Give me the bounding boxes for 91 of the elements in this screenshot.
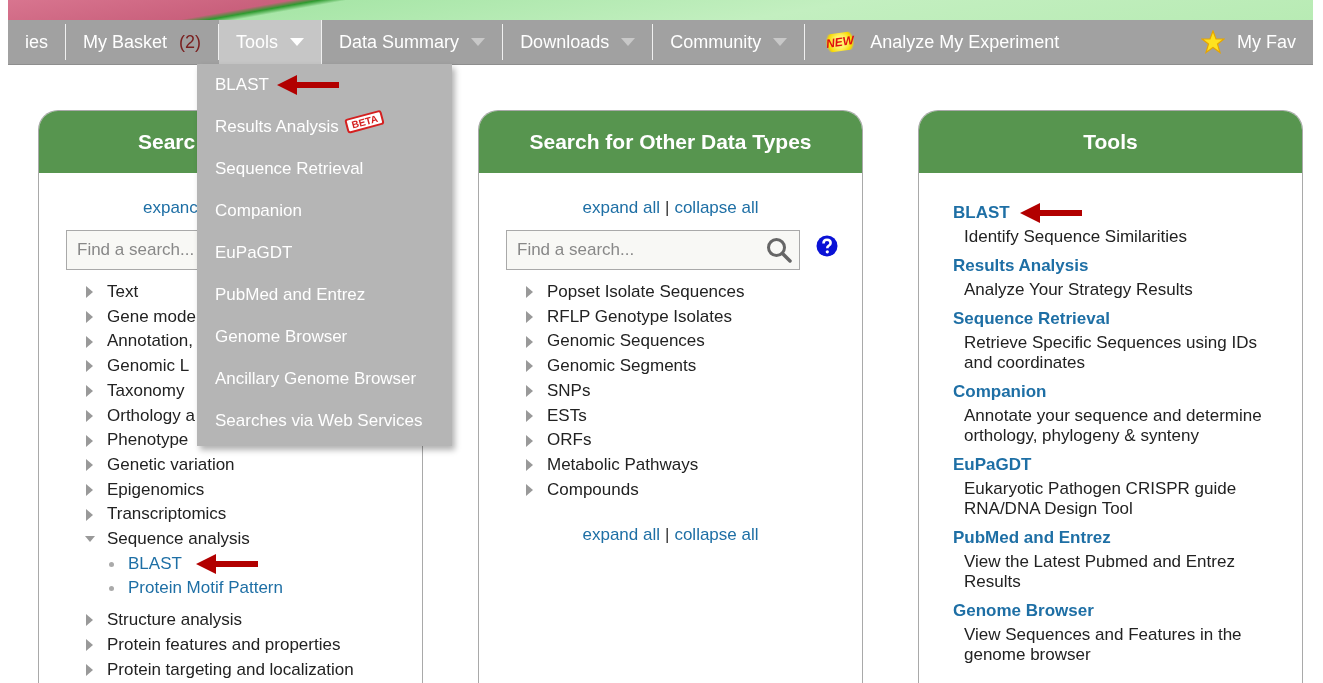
collapse-all-link[interactable]: collapse all bbox=[674, 197, 759, 219]
category-label[interactable]: Genomic Sequences bbox=[547, 329, 705, 355]
expand-triangle-icon[interactable] bbox=[85, 360, 95, 373]
caret-icon bbox=[621, 38, 636, 46]
nav-label: Community bbox=[670, 31, 762, 53]
search-icon[interactable] bbox=[766, 237, 792, 263]
tool-description: Eukaryotic Pathogen CRISPR guide RNA/DNA Design Tool bbox=[963, 479, 1238, 519]
category-label[interactable]: Structure analysis bbox=[107, 608, 243, 633]
nav-label: Tools bbox=[236, 31, 279, 53]
expand-triangle-icon[interactable] bbox=[85, 639, 95, 652]
expand-triangle-icon[interactable] bbox=[85, 663, 95, 676]
collapse-all-link[interactable]: collapse all bbox=[674, 524, 759, 547]
panel-title: Search for Other Data Types bbox=[479, 111, 862, 173]
tool-link[interactable]: Companion bbox=[953, 382, 1047, 402]
tool-description: View the Latest Pubmed and Entrez Results bbox=[963, 552, 1236, 592]
category-label[interactable]: Epigenomics bbox=[107, 477, 205, 503]
help-icon[interactable] bbox=[816, 235, 838, 257]
search-link[interactable]: BLAST bbox=[128, 551, 182, 577]
category-label[interactable]: RFLP Genotype Isolates bbox=[547, 304, 732, 330]
tool-description: Annotate your sequence and determine orthology, phylogeny & synteny bbox=[963, 406, 1263, 446]
caret-icon bbox=[471, 38, 486, 46]
panel-title: Tools bbox=[919, 111, 1302, 173]
category-label[interactable]: Phenotype bbox=[107, 428, 189, 453]
search-link[interactable]: Protein Motif Pattern bbox=[128, 576, 283, 602]
expand-triangle-icon[interactable] bbox=[525, 335, 535, 348]
tool-link[interactable]: Sequence Retrieval bbox=[953, 309, 1110, 329]
category-label[interactable]: Gene mode bbox=[107, 304, 196, 330]
category-label[interactable]: ESTs bbox=[547, 403, 587, 429]
expand-all-link[interactable]: expand all bbox=[582, 524, 660, 547]
category-label[interactable]: Taxonomy bbox=[107, 378, 185, 404]
expand-triangle-icon[interactable] bbox=[85, 409, 95, 422]
category-label[interactable]: SNPs bbox=[547, 378, 591, 404]
category-label[interactable]: Orthology a bbox=[107, 403, 195, 429]
nav-label: Analyze My Experiment bbox=[870, 31, 1060, 53]
category-label[interactable]: Compounds bbox=[547, 477, 639, 503]
expand-triangle-icon[interactable] bbox=[85, 311, 95, 324]
nav-label: My Fav bbox=[1237, 31, 1296, 53]
bullet-icon bbox=[109, 586, 114, 592]
category-label[interactable]: Genetic variation bbox=[107, 452, 235, 478]
expand-triangle-icon[interactable] bbox=[85, 508, 95, 521]
link-separator: | bbox=[665, 524, 670, 547]
category-label[interactable]: Metabolic Pathways bbox=[547, 452, 699, 478]
expand-triangle-icon[interactable] bbox=[85, 483, 95, 496]
expand-triangle-icon[interactable] bbox=[525, 286, 535, 299]
category-label[interactable]: Protein features and properties bbox=[107, 632, 341, 658]
category-label[interactable]: Protein targeting and localization bbox=[107, 657, 354, 683]
category-label[interactable]: Text bbox=[107, 280, 139, 305]
expand-triangle-icon[interactable] bbox=[525, 434, 535, 447]
caret-icon bbox=[773, 38, 788, 46]
tool-link[interactable]: Results Analysis bbox=[953, 256, 1089, 276]
category-label[interactable]: Sequence analysis bbox=[107, 527, 250, 552]
category-label[interactable]: ORFs bbox=[547, 428, 592, 453]
expand-triangle-icon[interactable] bbox=[525, 360, 535, 373]
expand-triangle-icon[interactable] bbox=[85, 385, 95, 398]
bullet-icon bbox=[109, 561, 114, 567]
tool-description: Identify Sequence Similarities bbox=[963, 227, 1188, 247]
tool-description: View Sequences and Features in the genome browser bbox=[963, 625, 1243, 665]
expand-link[interactable]: expanc bbox=[143, 197, 198, 219]
expand-triangle-icon[interactable] bbox=[85, 335, 95, 348]
expand-triangle-icon[interactable] bbox=[525, 459, 535, 472]
expand-triangle-icon[interactable] bbox=[85, 459, 95, 472]
nav-label: Data Summary bbox=[339, 31, 460, 53]
category-label[interactable]: Annotation, bbox=[107, 329, 193, 355]
expand-triangle-icon[interactable] bbox=[85, 434, 95, 447]
expand-triangle-icon[interactable] bbox=[525, 483, 535, 496]
expand-triangle-icon[interactable] bbox=[525, 385, 535, 398]
nav-label: My Basket bbox=[83, 31, 168, 53]
tool-link[interactable]: EuPaGDT bbox=[953, 455, 1032, 475]
search-field[interactable]: Find a search... bbox=[506, 230, 800, 270]
nav-label: Downloads bbox=[520, 31, 610, 53]
star-icon bbox=[1201, 30, 1225, 54]
expand-triangle-icon[interactable] bbox=[85, 286, 95, 299]
category-label[interactable]: Genomic Segments bbox=[547, 354, 697, 379]
caret-icon bbox=[290, 38, 305, 46]
expand-triangle-icon[interactable] bbox=[525, 409, 535, 422]
expand-triangle-icon[interactable] bbox=[85, 614, 95, 627]
link-separator: | bbox=[665, 197, 670, 219]
beta-badge: BETA bbox=[343, 109, 385, 134]
category-label[interactable]: Popset Isolate Sequences bbox=[547, 280, 745, 305]
basket-count: (2) bbox=[179, 31, 202, 53]
tool-description: Retrieve Specific Sequences using IDs and coordinates bbox=[963, 333, 1258, 373]
nav-label: ies bbox=[25, 31, 48, 53]
tool-link[interactable]: PubMed and Entrez bbox=[953, 528, 1111, 548]
expand-all-link[interactable]: expand all bbox=[582, 197, 660, 219]
tool-link[interactable]: BLAST bbox=[953, 203, 1010, 223]
tool-description: Analyze Your Strategy Results bbox=[963, 280, 1194, 300]
category-label[interactable]: Genomic L bbox=[107, 354, 190, 379]
expand-triangle-icon[interactable] bbox=[525, 311, 535, 324]
category-label[interactable]: Transcriptomics bbox=[107, 502, 227, 528]
tool-link[interactable]: Genome Browser bbox=[953, 601, 1094, 621]
nav-menu-item[interactable]: NEW Analyze My Experiment bbox=[805, 24, 1077, 60]
